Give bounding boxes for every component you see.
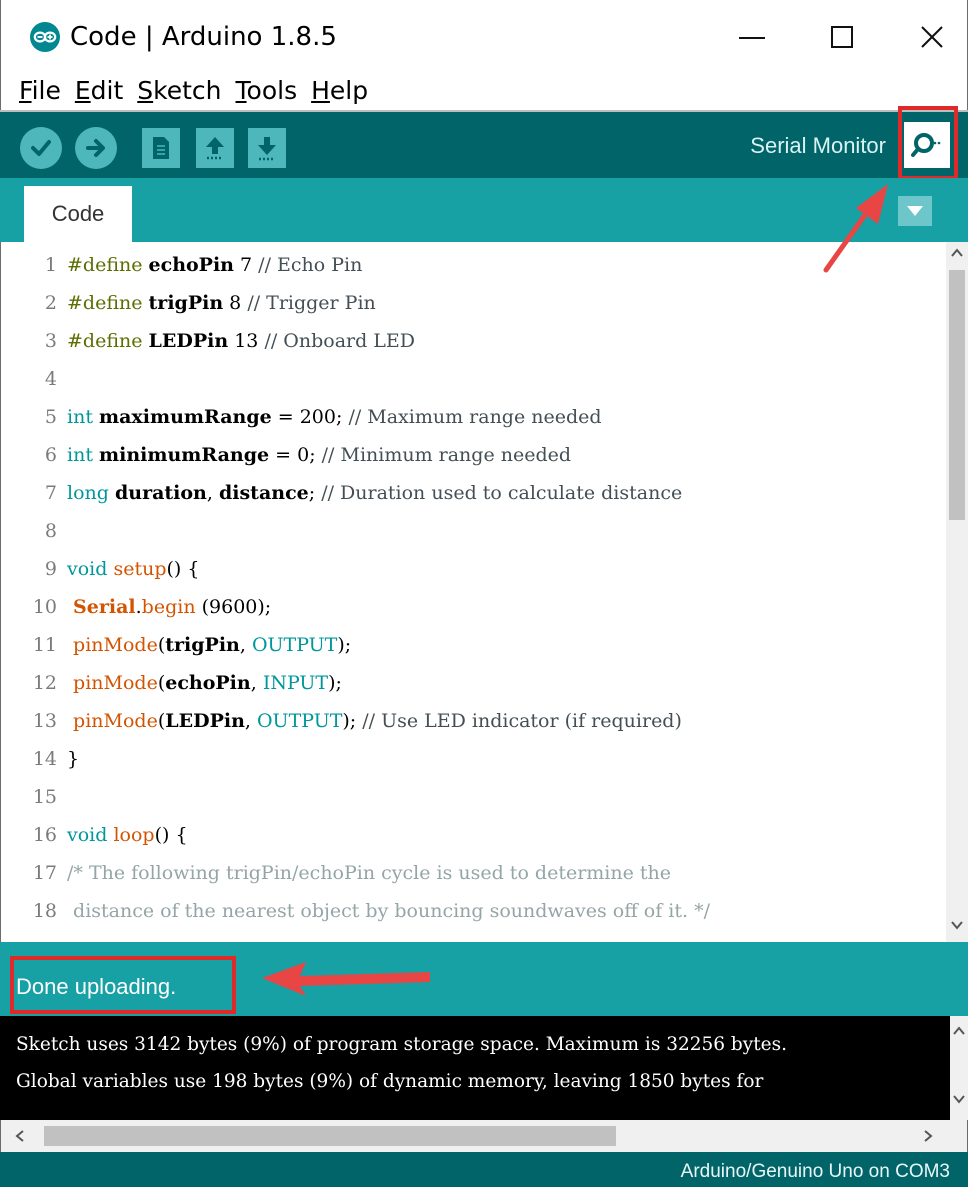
close-button[interactable]: [902, 14, 962, 60]
line-number: 10: [32, 596, 57, 618]
window-title: Code | Arduino 1.8.5: [70, 22, 337, 52]
line-number: 4: [44, 368, 57, 390]
tab-bar: [0, 178, 968, 242]
code-line: 5 int maximumRange = 200; // Maximum rang…: [11, 398, 941, 436]
console-line: Sketch uses 3142 bytes (9%) of program s…: [16, 1034, 787, 1055]
console-scroll-thumb[interactable]: [44, 1126, 616, 1146]
line-number: 9: [44, 558, 57, 580]
code-line: 17 /* The following trigPin/echoPin cycle…: [11, 854, 941, 892]
code-line: 13 pinMode(LEDPin, OUTPUT); // Use LED i…: [11, 702, 941, 740]
chevron-down-icon: [953, 1095, 965, 1104]
triangle-down-icon: [907, 206, 923, 216]
line-number: 3: [44, 330, 57, 352]
check-icon: [31, 140, 51, 156]
code-text: void setup() {: [67, 558, 200, 580]
console-line: Global variables use 198 bytes (9%) of d…: [16, 1071, 764, 1092]
close-icon: [921, 26, 943, 48]
menu-file[interactable]: File: [19, 75, 61, 107]
open-button[interactable]: [196, 128, 234, 168]
menu-edit[interactable]: Edit: [75, 75, 123, 107]
code-text: }: [67, 748, 80, 770]
new-sketch-button[interactable]: [142, 128, 180, 168]
code-text: pinMode(trigPin, OUTPUT);: [73, 634, 352, 656]
menu-sketch[interactable]: Sketch: [137, 75, 221, 107]
code-text: pinMode(echoPin, INPUT);: [73, 672, 342, 694]
line-number: 14: [32, 748, 57, 770]
code-lines: 1 #define echoPin 7 // Echo Pin 2 #define t…: [11, 246, 941, 930]
save-button[interactable]: [248, 128, 286, 168]
minimize-icon: [739, 37, 765, 39]
minimize-button[interactable]: [722, 14, 782, 60]
code-line: 15: [11, 778, 941, 816]
maximize-icon: [831, 26, 853, 48]
code-line: 12 pinMode(echoPin, INPUT);: [11, 664, 941, 702]
line-number: 11: [32, 634, 57, 656]
code-text: distance of the nearest object by bounci…: [67, 900, 710, 922]
tab-menu-button[interactable]: [898, 196, 932, 226]
editor-scroll-thumb[interactable]: [949, 270, 965, 520]
line-number: 1: [44, 254, 57, 276]
menu-bar: File Edit Sketch Tools Help: [0, 70, 968, 112]
code-line: 14}: [11, 740, 941, 778]
code-text: void loop() {: [67, 824, 188, 846]
console-vertical-scrollbar[interactable]: [950, 1016, 968, 1120]
line-number: 7: [44, 482, 57, 504]
code-text: long duration, distance; // Duration use…: [67, 482, 683, 504]
line-number: 16: [32, 824, 57, 846]
code-line: 16 void loop() {: [11, 816, 941, 854]
arrow-right-icon: [86, 139, 105, 157]
line-number: 13: [32, 710, 57, 732]
line-number: 15: [32, 786, 57, 808]
status-highlight-box: [10, 956, 236, 1014]
code-text: /* The following trigPin/echoPin cycle i…: [67, 862, 672, 884]
chevron-down-icon: [951, 921, 963, 930]
code-line: 18 distance of the nearest object by bou…: [11, 892, 941, 930]
line-number: 18: [32, 900, 57, 922]
code-text: #define LEDPin 13 // Onboard LED: [67, 330, 416, 352]
code-line: 2 #define trigPin 8 // Trigger Pin: [11, 284, 941, 322]
code-text: Serial.begin (9600);: [73, 596, 272, 618]
line-number: 5: [44, 406, 57, 428]
chevron-right-icon: [924, 1130, 933, 1142]
code-line: 8: [11, 512, 941, 550]
menu-tools[interactable]: Tools: [236, 75, 298, 107]
code-editor[interactable]: 1 #define echoPin 7 // Echo Pin 2 #define t…: [0, 242, 968, 942]
code-line: 11 pinMode(trigPin, OUTPUT);: [11, 626, 941, 664]
arrow-down-icon: [258, 137, 276, 161]
tab-code[interactable]: Code: [24, 186, 132, 242]
code-text: pinMode(LEDPin, OUTPUT); // Use LED indi…: [73, 710, 682, 732]
arrow-up-icon: [206, 137, 224, 160]
chevron-up-icon: [953, 1026, 965, 1035]
new-file-icon: [153, 137, 169, 159]
code-line: 3 #define LEDPin 13 // Onboard LED: [11, 322, 941, 360]
line-number: 6: [44, 444, 57, 466]
code-text: #define trigPin 8 // Trigger Pin: [67, 292, 376, 314]
line-number: 12: [32, 672, 57, 694]
code-text: #define echoPin 7 // Echo Pin: [67, 254, 363, 276]
code-text: int minimumRange = 0; // Minimum range n…: [67, 444, 572, 466]
serial-monitor-highlight-box: [898, 106, 958, 180]
code-line: 6 int minimumRange = 0; // Minimum range …: [11, 436, 941, 474]
chevron-up-icon: [951, 248, 963, 257]
code-line: 7 long duration, distance; // Duration us…: [11, 474, 941, 512]
serial-monitor-label: Serial Monitor: [750, 133, 886, 158]
line-number: 17: [32, 862, 57, 884]
console-output[interactable]: Sketch uses 3142 bytes (9%) of program s…: [0, 1016, 968, 1120]
maximize-button[interactable]: [812, 14, 872, 60]
line-number: 2: [44, 292, 57, 314]
code-line: 10 Serial.begin (9600);: [11, 588, 941, 626]
code-line: 9 void setup() {: [11, 550, 941, 588]
toolbar: Serial Monitor: [0, 112, 968, 178]
code-line: 1 #define echoPin 7 // Echo Pin: [11, 246, 941, 284]
line-number: 8: [44, 520, 57, 542]
code-text: int maximumRange = 200; // Maximum range…: [67, 406, 602, 428]
code-line: 4: [11, 360, 941, 398]
upload-button[interactable]: [75, 127, 117, 169]
verify-button[interactable]: [20, 127, 62, 169]
chevron-left-icon: [15, 1130, 24, 1142]
board-port-label: Arduino/Genuino Uno on COM3: [680, 1161, 950, 1182]
menu-help[interactable]: Help: [311, 75, 368, 107]
arduino-logo-icon: [30, 22, 60, 52]
